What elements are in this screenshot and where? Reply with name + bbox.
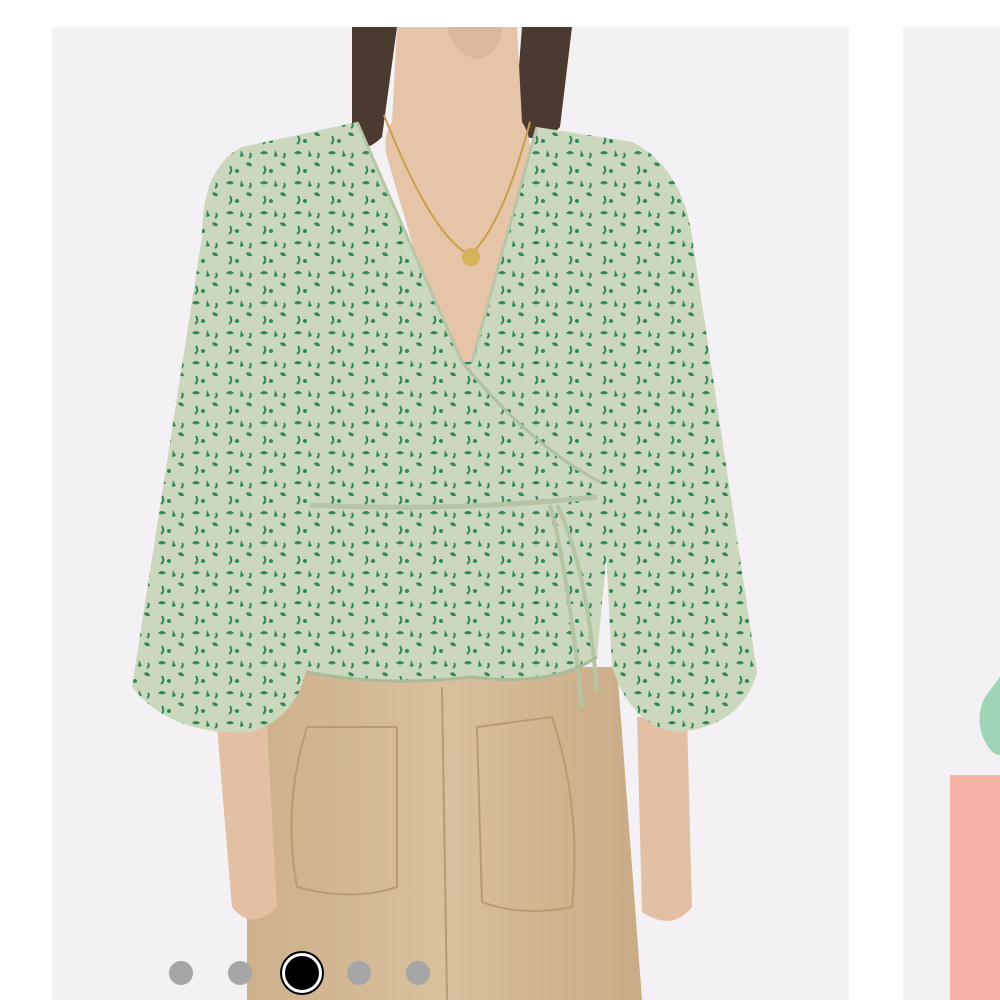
carousel-dot-2[interactable] <box>228 961 252 985</box>
image-carousel[interactable] <box>0 0 1000 1000</box>
carousel-dot-4[interactable] <box>347 961 371 985</box>
carousel-pagination <box>169 953 465 993</box>
next-product-photo-fragment <box>979 677 1000 755</box>
carousel-slide-active[interactable] <box>52 27 849 1000</box>
carousel-slide-next-peek[interactable] <box>903 27 1000 1000</box>
product-photo-wrap-blouse <box>132 27 757 1000</box>
product-gallery-page <box>0 0 1000 1000</box>
carousel-dot-3-active[interactable] <box>282 953 322 993</box>
carousel-dot-1[interactable] <box>169 961 193 985</box>
carousel-dot-5[interactable] <box>406 961 430 985</box>
next-product-color-swatch <box>950 775 1000 1000</box>
